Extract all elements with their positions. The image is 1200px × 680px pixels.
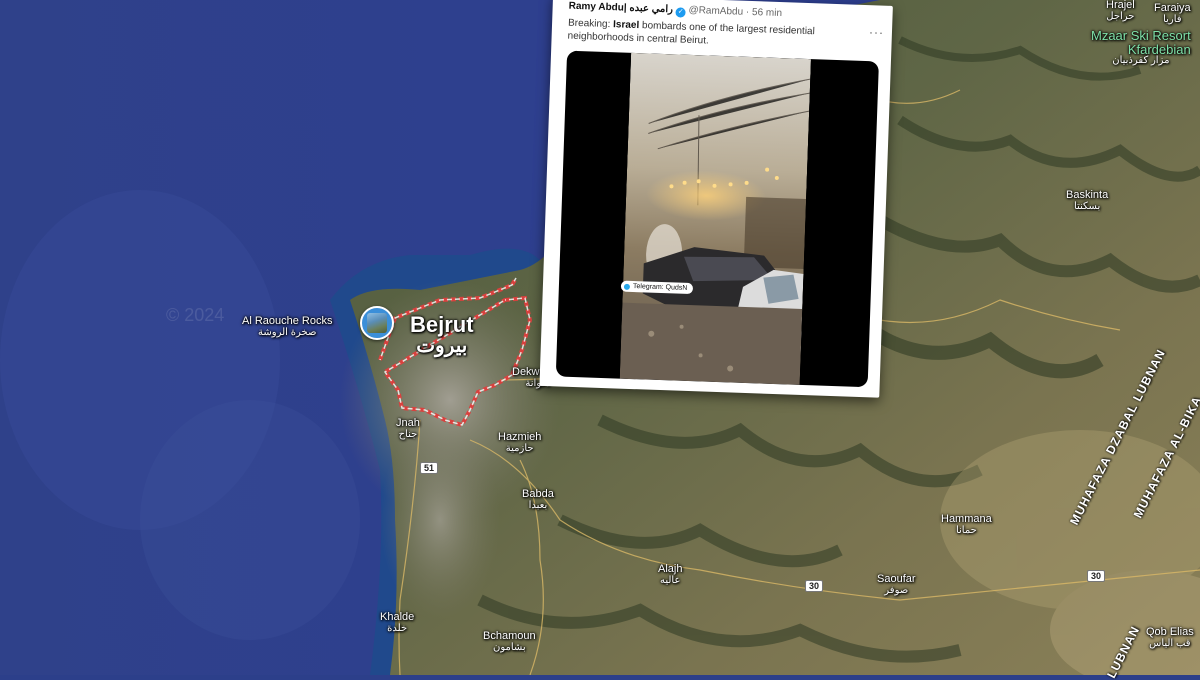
place-name: Al Raouche Rocks — [242, 315, 333, 327]
place-label-bchamoun[interactable]: Bchamoun بشامون — [483, 630, 536, 653]
place-name-arabic: حازمية — [505, 442, 534, 454]
place-name-arabic: خلدة — [387, 622, 408, 634]
place-name-arabic: بيروت — [416, 335, 468, 358]
video-still — [619, 52, 811, 385]
video-frame — [619, 52, 811, 385]
place-name-arabic: عاليه — [660, 574, 681, 586]
place-name-arabic: بعبدا — [528, 499, 548, 511]
place-name: Faraiya — [1154, 2, 1191, 14]
place-label-jnah[interactable]: Jnah جناح — [396, 417, 420, 440]
place-name: Baskinta — [1066, 189, 1109, 201]
tweet-display-name[interactable]: Ramy Abdu| — [569, 1, 627, 14]
tweet-text-bold: Israel — [612, 19, 640, 32]
place-name: Babda — [522, 488, 554, 500]
place-photo-pin[interactable] — [360, 306, 394, 340]
place-label-babda[interactable]: Babda بعبدا — [522, 488, 554, 511]
place-name-arabic: حراجل — [1106, 10, 1135, 22]
place-name: Hammana — [941, 513, 992, 525]
place-label-qob-elias[interactable]: Qob Elias قب الياس — [1146, 626, 1194, 649]
place-name-arabic: قب الياس — [1149, 637, 1191, 649]
place-label-hazmieh[interactable]: Hazmieh حازمية — [498, 431, 542, 454]
place-name: Qob Elias — [1146, 626, 1194, 638]
place-label-hrajel[interactable]: Hrajel حراجل — [1106, 0, 1135, 22]
sea-shade — [140, 400, 360, 640]
road-shield: 30 — [805, 580, 824, 592]
place-name: Alajh — [658, 563, 683, 575]
place-name-arabic: حمانا — [955, 524, 977, 536]
place-name-arabic: فاريا — [1163, 13, 1182, 25]
place-label-aley[interactable]: Alajh عاليه — [658, 563, 683, 586]
tweet-text-prefix: Breaking: — [567, 17, 614, 31]
tweet-handle[interactable]: @RamAbdu — [688, 5, 743, 18]
place-name-arabic: مزار كفرذبيان — [1112, 55, 1170, 67]
place-label-khalde[interactable]: Khalde خلدة — [380, 611, 415, 634]
place-name: Jnah — [396, 417, 420, 429]
place-name-arabic: صخرة الروشة — [258, 326, 317, 338]
verified-badge-icon: ✓ — [675, 7, 686, 18]
road-shield: 30 — [1087, 570, 1106, 582]
place-label-raouche[interactable]: Al Raouche Rocks صخرة الروشة — [242, 315, 333, 338]
place-label-saoufar[interactable]: Saoufar صوفر — [877, 573, 916, 596]
tweet-arabic-name[interactable]: رامي عبده — [629, 3, 673, 16]
place-name: Bchamoun — [483, 630, 536, 642]
place-name: Saoufar — [877, 573, 916, 585]
place-label-hammana[interactable]: Hammana حمانا — [941, 513, 992, 536]
place-name-line-1: Mzaar Ski Resort — [1091, 28, 1191, 43]
urban-area — [380, 420, 500, 620]
place-photo-thumbnail — [367, 313, 387, 333]
place-name: Hrajel — [1106, 0, 1135, 11]
place-name: Bejrut — [410, 312, 474, 337]
road-shield: 51 — [420, 462, 439, 474]
place-label-mzaar[interactable]: Mzaar Ski Resort Kfardebian مزار كفرذبيا… — [1091, 29, 1191, 67]
place-name: Hazmieh — [498, 431, 542, 443]
place-label-faraiya[interactable]: Faraiya فاريا — [1154, 2, 1191, 25]
place-name-arabic: بشامون — [492, 641, 526, 653]
place-name-arabic: صوفر — [884, 584, 909, 596]
place-label-baskinta[interactable]: Baskinta بسكنتا — [1066, 189, 1109, 212]
tweet-video[interactable]: Telegram: QudsN — [555, 50, 879, 388]
place-name-arabic: جناح — [398, 428, 418, 440]
place-name: Khalde — [380, 611, 415, 623]
map-watermark: © 2024 — [166, 305, 225, 325]
tweet-card[interactable]: Ramy Abdu| رامي عبده ✓ @RamAbdu · 56 min… — [539, 0, 893, 398]
tweet-time[interactable]: · 56 min — [746, 7, 782, 19]
place-label-beirut[interactable]: Bejrut بيروت — [410, 313, 474, 357]
place-name-arabic: بسكنتا — [1073, 200, 1101, 212]
